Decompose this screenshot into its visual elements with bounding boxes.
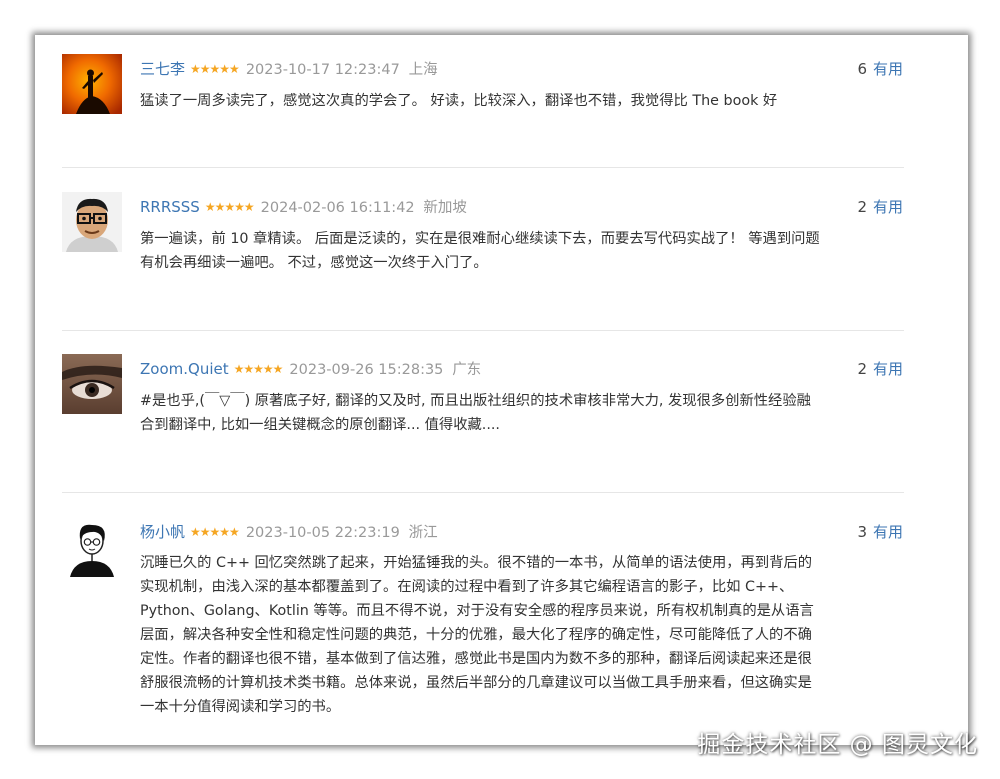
review-location: 浙江 <box>408 525 438 541</box>
rating-stars: ★★★★★ <box>233 362 284 376</box>
avatar[interactable] <box>62 192 122 252</box>
review-content: 沉睡已久的 C++ 回忆突然跳了起来，开始猛锤我的头。很不错的一本书，从简单的语… <box>140 555 814 715</box>
helpful-button[interactable]: 3 有用 <box>857 520 903 544</box>
review-meta: 杨小帆 ★★★★★ 2023-10-05 22:23:19 浙江 <box>140 520 968 544</box>
helpful-count: 2 <box>857 360 867 378</box>
username-link[interactable]: 杨小帆 <box>140 523 185 541</box>
review-meta: Zoom.Quiet ★★★★★ 2023-09-26 15:28:35 广东 <box>140 357 968 381</box>
avatar[interactable] <box>62 354 122 414</box>
username-link[interactable]: 三七李 <box>140 60 185 78</box>
divider <box>62 492 904 493</box>
review-meta: RRRSSS ★★★★★ 2024-02-06 16:11:42 新加坡 <box>140 195 968 219</box>
divider <box>62 330 904 331</box>
helpful-button[interactable]: 6 有用 <box>857 57 903 81</box>
review-content: 第一遍读，前 10 章精读。 后面是泛读的，实在是很难耐心继续读下去，而要去写代… <box>140 231 820 271</box>
avatar[interactable] <box>62 517 122 577</box>
helpful-label: 有用 <box>872 523 903 541</box>
avatar[interactable] <box>62 54 122 114</box>
rating-stars: ★★★★★ <box>190 525 240 539</box>
review-date: 2024-02-06 16:11:42 <box>260 200 415 216</box>
helpful-label: 有用 <box>872 60 903 78</box>
review-content: 猛读了一周多读完了，感觉这次真的学会了。 好读，比较深入，翻译也不错，我觉得比 … <box>140 93 778 109</box>
username-link[interactable]: RRRSSS <box>140 198 200 216</box>
review-location: 上海 <box>408 62 438 78</box>
rating-stars: ★★★★★ <box>190 62 240 76</box>
review-meta: 三七李 ★★★★★ 2023-10-17 12:23:47 上海 <box>140 57 968 81</box>
helpful-label: 有用 <box>872 360 903 378</box>
reviews-card: 三七李 ★★★★★ 2023-10-17 12:23:47 上海 6 有用 猛读了一周… <box>35 35 968 745</box>
review-date: 2023-10-05 22:23:19 <box>245 525 400 541</box>
rating-stars: ★★★★★ <box>204 200 255 214</box>
review-location: 广东 <box>452 362 482 378</box>
watermark: 掘金技术社区 @ 图灵文化 <box>697 732 978 758</box>
helpful-label: 有用 <box>872 198 903 216</box>
helpful-button[interactable]: 2 有用 <box>857 195 903 219</box>
review-date: 2023-10-17 12:23:47 <box>245 62 400 78</box>
review-content: #是也乎,(￣▽￣) 原著底子好, 翻译的又及时, 而且出版社组织的技术审核非常… <box>140 393 811 433</box>
helpful-count: 3 <box>857 523 867 541</box>
helpful-count: 6 <box>857 60 867 78</box>
helpful-button[interactable]: 2 有用 <box>857 357 903 381</box>
review-date: 2023-09-26 15:28:35 <box>289 362 444 378</box>
username-link[interactable]: Zoom.Quiet <box>140 360 229 378</box>
helpful-count: 2 <box>857 198 867 216</box>
review-location: 新加坡 <box>423 200 467 216</box>
divider <box>62 167 904 168</box>
